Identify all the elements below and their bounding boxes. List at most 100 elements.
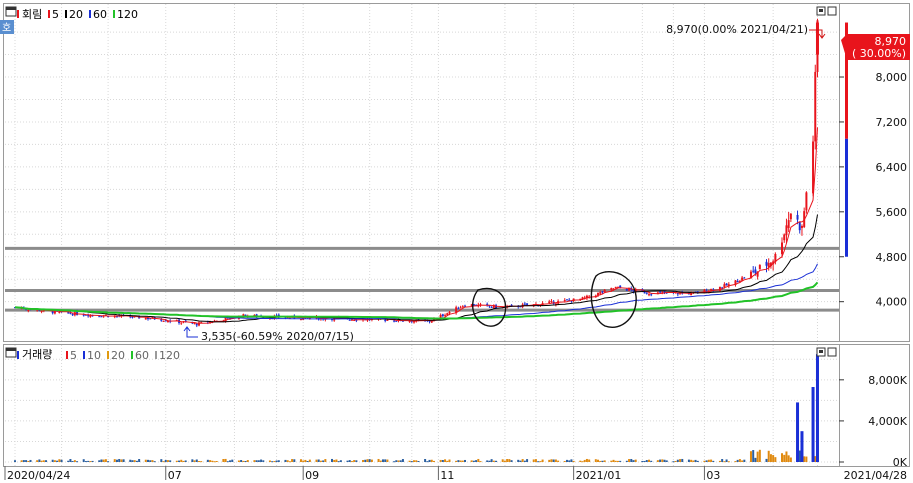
volume-bar [213, 461, 216, 463]
volume-bar [286, 460, 289, 462]
volume-tick-label: 0K [893, 456, 908, 469]
volume-bar [253, 460, 256, 462]
volume-bar [585, 458, 588, 462]
candle-body [348, 319, 351, 321]
candle-body [457, 308, 460, 310]
volume-bar [461, 460, 464, 462]
volume-bar [696, 460, 699, 462]
volume-bar [175, 460, 178, 462]
volume-bar [193, 460, 196, 462]
volume-bar [339, 460, 342, 462]
volume-panel-frame [3, 344, 840, 467]
candle-body [643, 291, 646, 294]
candle-body [353, 320, 356, 322]
volume-bar [120, 459, 123, 462]
volume-bar [663, 459, 666, 462]
volume-bar [262, 460, 265, 462]
volume-bar [147, 459, 150, 462]
volume-bar [200, 461, 203, 463]
volume-bar [308, 459, 311, 462]
volume-bar [492, 460, 495, 462]
candle-body [193, 323, 196, 325]
x-tick-label: 11 [440, 469, 454, 482]
volume-bar [439, 459, 442, 462]
volume-bar [98, 460, 101, 462]
volume-bar [705, 460, 708, 462]
volume-bar [432, 460, 435, 462]
candle-body [461, 306, 464, 308]
maximize-icon[interactable] [827, 6, 837, 16]
volume-bar [73, 460, 76, 462]
volume-legend-swatch [66, 351, 68, 359]
candle-body [384, 319, 387, 321]
volume-legend-label: 10 [87, 349, 101, 362]
volume-bar [614, 460, 617, 462]
volume-bar [781, 453, 784, 462]
candle-body [725, 283, 728, 286]
volume-bar [785, 451, 788, 462]
volume-bar [129, 459, 132, 462]
volume-bar [268, 460, 271, 462]
volume-bar [197, 461, 200, 463]
volume-bar [417, 461, 420, 463]
volume-bar [366, 459, 369, 462]
volume-spike [796, 402, 800, 462]
volume-bar [118, 458, 121, 462]
volume-bar [703, 460, 706, 462]
volume-bar [501, 459, 504, 462]
candle-body [180, 322, 183, 324]
volume-bar [393, 461, 396, 463]
volume-bar [224, 458, 227, 462]
volume-bar [386, 459, 389, 462]
volume-legend-label: 120 [159, 349, 180, 362]
x-tick-label: 09 [305, 469, 319, 482]
volume-bar [581, 461, 584, 463]
volume-bar [665, 460, 668, 462]
volume-bar [572, 460, 575, 462]
price-tick-label: 4,800 [876, 251, 908, 264]
volume-bar [162, 461, 165, 463]
volume-bar [532, 459, 535, 462]
volume-bar [736, 459, 739, 462]
volume-bar [472, 460, 475, 462]
volume-legend-swatch [155, 351, 157, 359]
volume-bar [805, 456, 808, 462]
candle-body [758, 264, 761, 270]
volume-bar [616, 460, 619, 462]
volume-maximize-icon[interactable] [827, 347, 837, 357]
volume-bar [115, 459, 118, 462]
price-legend-swatch [113, 10, 115, 18]
candle-body [787, 220, 790, 229]
volume-bar [470, 460, 473, 462]
volume-bar [231, 459, 234, 462]
candle-body [523, 303, 526, 305]
volume-bar [317, 459, 320, 462]
candle-body [27, 309, 30, 311]
volume-spike [800, 431, 804, 462]
volume-bar [348, 460, 351, 462]
volume-bar [537, 461, 540, 463]
volume-bar [459, 460, 462, 462]
volume-bar [222, 459, 225, 462]
volume-bar [661, 459, 664, 462]
candle-body [645, 292, 648, 294]
side-toggle-button[interactable]: 호 [0, 20, 14, 34]
volume-bar [67, 460, 70, 462]
volume-bar [464, 459, 467, 462]
volume-bar [712, 460, 715, 462]
volume-bar [424, 458, 427, 462]
candle-body [650, 294, 653, 296]
volume-bar [583, 459, 586, 462]
volume-bar [410, 461, 413, 463]
volume-bar [135, 460, 138, 462]
volume-bar [521, 459, 524, 462]
volume-bar [38, 459, 41, 462]
volume-bar [91, 460, 94, 462]
price-legend-label: 120 [117, 8, 138, 21]
price-legend-swatch [48, 10, 50, 18]
volume-bar [153, 461, 156, 463]
volume-bar [645, 460, 648, 462]
candle-body [386, 319, 389, 321]
candle-body [58, 311, 61, 313]
stock-chart[interactable]: 4,000 4,800 5,600 6,400 7,200 8,000 0K 4,000K 8… [0, 0, 913, 483]
